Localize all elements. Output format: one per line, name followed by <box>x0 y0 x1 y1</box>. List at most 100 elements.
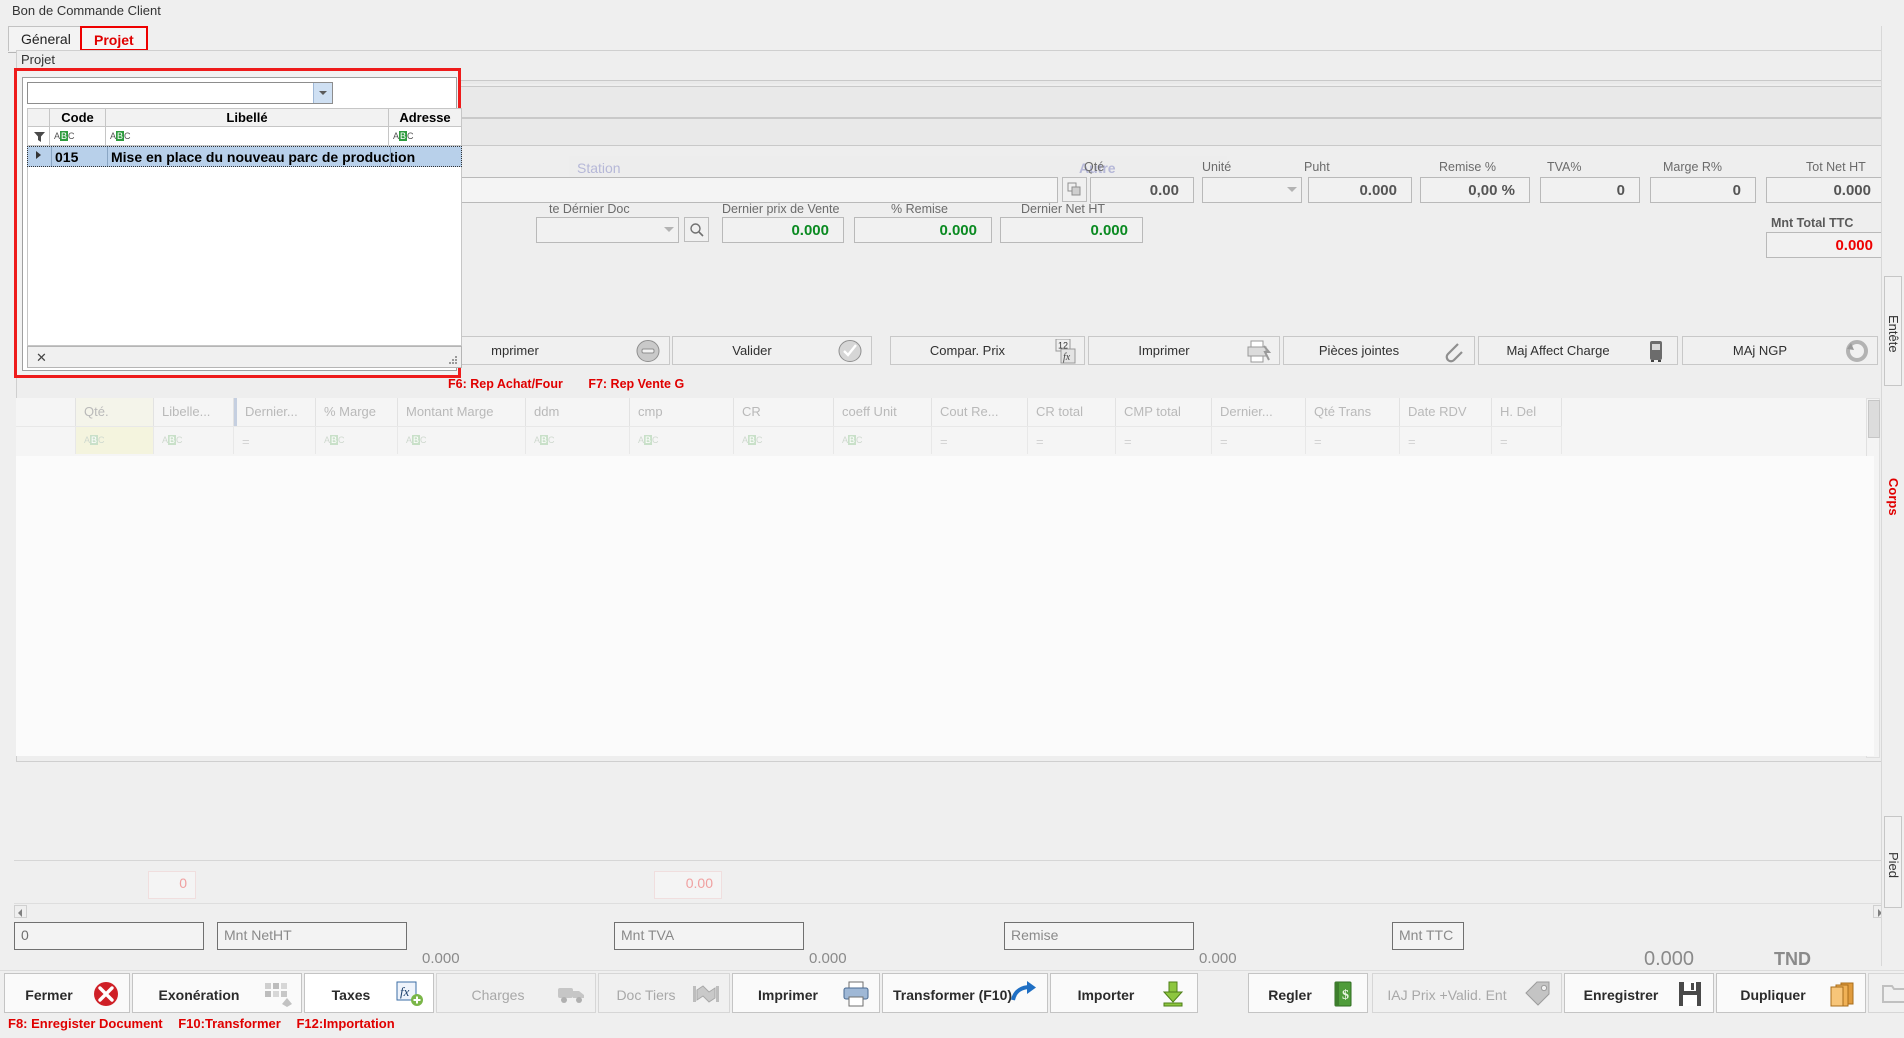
resize-grip-icon[interactable] <box>449 356 457 364</box>
field-pct-remise[interactable]: 0.000 <box>854 217 992 243</box>
label-dernier-net-ht: Dernier Net HT <box>1021 202 1106 216</box>
grid-filter-qte[interactable]: ABC <box>76 426 154 454</box>
projet-col-code[interactable]: Code <box>50 108 106 127</box>
grid-col-montant-marge[interactable]: Montant Marge <box>398 398 526 426</box>
copy-button[interactable] <box>1062 177 1087 202</box>
grid-col-libelle[interactable]: Libelle... <box>154 398 234 426</box>
projet-search-input[interactable] <box>27 82 333 104</box>
bus-icon <box>1643 339 1669 364</box>
grid-filter-qte-trans[interactable]: = <box>1306 426 1400 454</box>
label-tot-net-ht: Tot Net HT <box>1806 160 1866 174</box>
taxes-button[interactable]: Taxes fx <box>304 973 434 1013</box>
grid-col-blank[interactable] <box>16 398 76 426</box>
grid-filter-blank[interactable] <box>16 426 76 454</box>
function-keys-bottom: F8: Enregister Document F10:Transformer … <box>8 1016 407 1031</box>
grid-filter-cout-re[interactable]: = <box>932 426 1028 454</box>
grid-filter-ddm[interactable]: ABC <box>526 426 630 454</box>
field-remise-pct[interactable]: 0,00 % <box>1420 177 1530 203</box>
exoneration-button[interactable]: Exonération <box>132 973 302 1013</box>
grid-col-ddm[interactable]: ddm <box>526 398 630 426</box>
field-unite[interactable] <box>1202 177 1302 203</box>
tab-general[interactable]: Géneral <box>8 26 84 51</box>
action-button-compar-prix[interactable]: Compar. Prix 12 fx <box>890 336 1085 365</box>
field-mnt-total-ttc[interactable]: 0.000 <box>1766 232 1888 258</box>
projet-filter-code[interactable]: ABC <box>50 127 106 146</box>
printer-bolt-icon <box>1245 339 1272 364</box>
folder-icon <box>1881 980 1904 1008</box>
abc-filter-icon: ABC <box>638 435 659 445</box>
grid-col-pct-marge[interactable]: % Marge <box>316 398 398 426</box>
action-button-pieces-jointes[interactable]: Pièces jointes <box>1283 336 1475 365</box>
squares-icon <box>263 980 293 1008</box>
grid-filter-montant-marge[interactable]: ABC <box>398 426 526 454</box>
field-qte[interactable]: 0.00 <box>1090 177 1194 203</box>
charges-button[interactable]: Charges <box>436 973 596 1013</box>
scrollbar-thumb[interactable] <box>1868 400 1880 438</box>
grid-filter-dernier-2[interactable]: = <box>1212 426 1306 454</box>
scroll-left-icon[interactable] <box>14 905 27 918</box>
enregistrer-button[interactable]: Enregistrer <box>1564 973 1714 1013</box>
dupliquer-button[interactable]: Dupliquer <box>1716 973 1866 1013</box>
close-button[interactable]: Fermer <box>4 973 130 1013</box>
grid-col-coeff-unit[interactable]: coeff Unit <box>834 398 932 426</box>
field-dernier-prix-vente[interactable]: 0.000 <box>722 217 844 243</box>
grid-col-date-rdv[interactable]: Date RDV <box>1400 398 1492 426</box>
field-tva-pct[interactable]: 0 <box>1540 177 1640 203</box>
projet-col-adresse[interactable]: Adresse <box>389 108 462 127</box>
grid-filter-cr-total[interactable]: = <box>1028 426 1116 454</box>
grid-col-h-del[interactable]: H. Del <box>1492 398 1562 426</box>
grid-filter-coeff-unit[interactable]: ABC <box>834 426 932 454</box>
undo-circle-icon <box>1843 339 1869 364</box>
action-button-imprimer-2[interactable]: Imprimer <box>1088 336 1280 365</box>
chevron-down-icon[interactable] <box>313 83 332 103</box>
horizontal-scrollbar[interactable] <box>14 903 1886 920</box>
grid-col-dernier-2[interactable]: Dernier... <box>1212 398 1306 426</box>
truck-icon <box>557 980 587 1008</box>
grid-filter-h-del[interactable]: = <box>1492 426 1562 454</box>
grid-filter-dernier-1[interactable]: = <box>234 426 316 454</box>
grid-col-cr-total[interactable]: CR total <box>1028 398 1116 426</box>
grid-filter-cr[interactable]: ABC <box>734 426 834 454</box>
ghost-total-amount: 0.00 <box>654 871 722 899</box>
field-tot-net-ht[interactable]: 0.000 <box>1766 177 1886 203</box>
summary-count-box[interactable]: 0 <box>14 922 204 950</box>
field-dernier-net-ht[interactable]: 0.000 <box>1000 217 1143 243</box>
action-button-valider[interactable]: Valider <box>672 336 872 365</box>
action-button-maj-ngp[interactable]: MAj NGP <box>1682 336 1878 365</box>
projet-filter-libelle[interactable]: ABC <box>106 127 389 146</box>
doc-tiers-button[interactable]: Doc Tiers <box>598 973 730 1013</box>
maj-prix-valid-button[interactable]: IAJ Prix +Valid. Ent <box>1372 973 1562 1013</box>
grid-col-cout-re[interactable]: Cout Re... <box>932 398 1028 426</box>
paperclip-icon <box>1440 339 1466 364</box>
grid-col-cr[interactable]: CR <box>734 398 834 426</box>
vtab-corps[interactable]: Corps <box>1884 446 1902 542</box>
grid-filter-cmp-total[interactable]: = <box>1116 426 1212 454</box>
projet-col-libelle[interactable]: Libellé <box>106 108 389 127</box>
table-row[interactable]: 015 Mise en place du nouveau parc de pro… <box>27 146 462 167</box>
grid-col-cmp-total[interactable]: CMP total <box>1116 398 1212 426</box>
grid-col-qte[interactable]: Qté. <box>76 398 154 426</box>
search-icon-button[interactable] <box>684 217 709 242</box>
field-date-dernier-doc[interactable] <box>536 217 679 243</box>
transformer-button[interactable]: Transformer (F10) <box>882 973 1048 1013</box>
imprimer-button[interactable]: Imprimer <box>732 973 880 1013</box>
grid-filter-date-rdv[interactable]: = <box>1400 426 1492 454</box>
vtab-pied[interactable]: Pied <box>1884 816 1902 908</box>
grid-col-qte-trans[interactable]: Qté Trans <box>1306 398 1400 426</box>
tab-projet[interactable]: Projet <box>80 26 148 51</box>
grid-filter-libelle[interactable]: ABC <box>154 426 234 454</box>
regler-button[interactable]: Regler $ <box>1248 973 1368 1013</box>
grid-filter-pct-marge[interactable]: ABC <box>316 426 398 454</box>
grid-col-cmp[interactable]: cmp <box>630 398 734 426</box>
projet-filter-adresse[interactable]: ABC <box>389 127 462 146</box>
field-puht[interactable]: 0.000 <box>1308 177 1412 203</box>
projet-filter-indicator[interactable] <box>27 127 50 146</box>
grid-col-dernier-1[interactable]: Dernier... <box>234 398 316 426</box>
vtab-entete[interactable]: Entête <box>1884 276 1902 386</box>
close-icon[interactable]: ✕ <box>36 350 47 366</box>
field-marge-r[interactable]: 0 <box>1650 177 1756 203</box>
action-button-maj-affect-charge[interactable]: Maj Affect Charge <box>1478 336 1678 365</box>
importer-button[interactable]: Importer <box>1050 973 1198 1013</box>
folder-button[interactable] <box>1868 973 1904 1013</box>
grid-filter-cmp[interactable]: ABC <box>630 426 734 454</box>
